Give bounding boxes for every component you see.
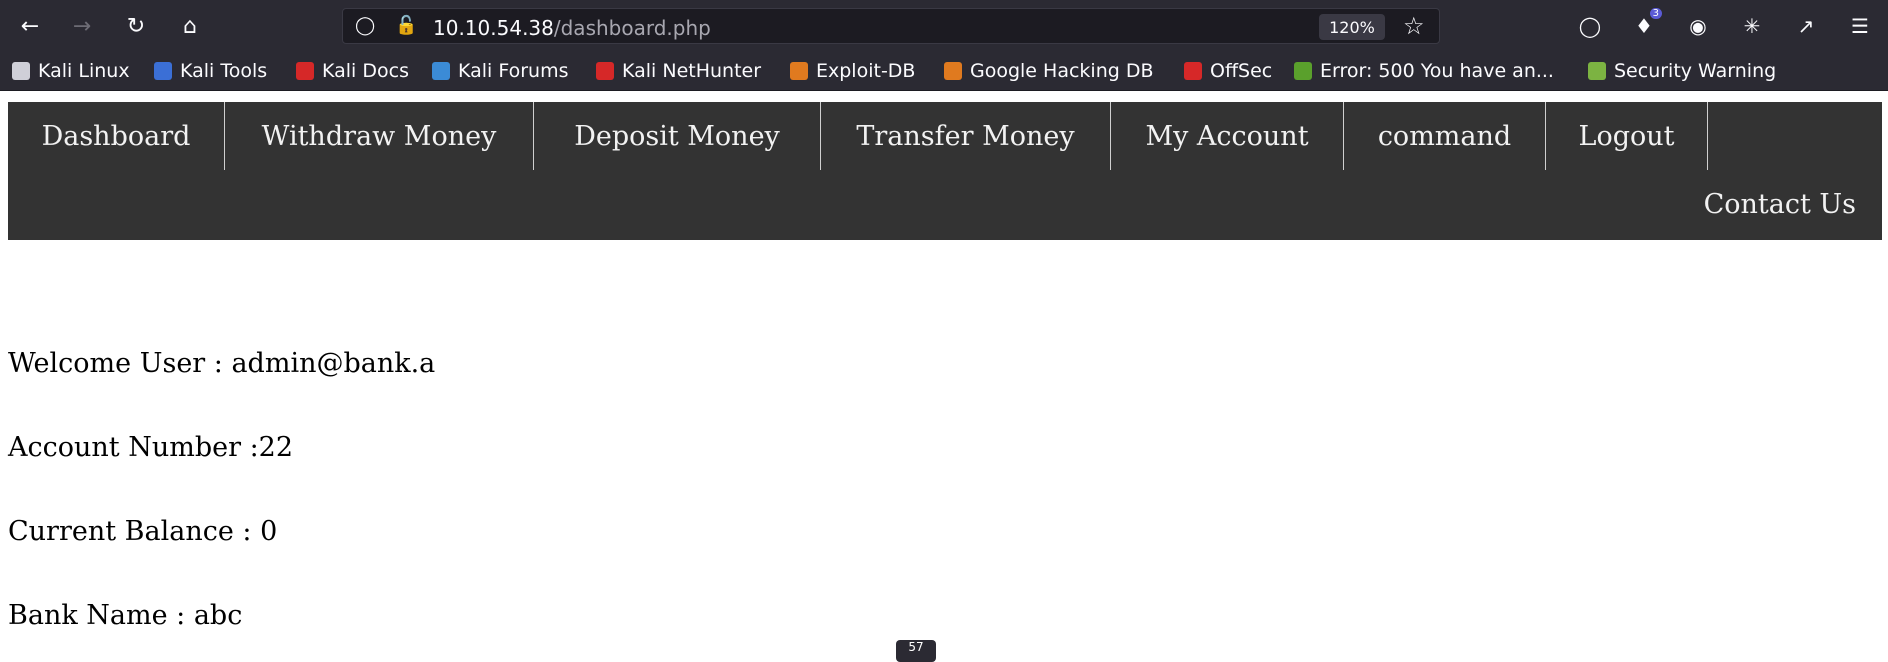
blocker-icon[interactable]: ◉ <box>1680 10 1716 42</box>
reload-icon[interactable]: ↻ <box>118 10 154 42</box>
url-text[interactable]: 10.10.54.38/dashboard.php <box>433 16 711 40</box>
share-icon[interactable]: ↗ <box>1788 10 1824 42</box>
extension-icon[interactable]: ♦ 3 <box>1626 8 1662 42</box>
exploit-db-icon <box>790 62 808 80</box>
lock-strike-icon[interactable]: 🔓 <box>395 15 417 36</box>
bookmark-label: Exploit-DB <box>816 60 916 82</box>
bookmark-label: Kali Forums <box>458 60 569 82</box>
hamburger-icon[interactable]: ☰ <box>1842 10 1878 42</box>
kali-docs-icon <box>296 62 314 80</box>
puzzle-icon[interactable]: ✳ <box>1734 10 1770 42</box>
joomla-icon <box>1294 62 1312 80</box>
bookmark-label: Kali Tools <box>180 60 268 82</box>
nethunter-icon <box>596 62 614 80</box>
tooltip: 57 <box>896 640 936 662</box>
security-warning-icon <box>1588 62 1606 80</box>
bookmark-label: Kali Linux <box>38 60 130 82</box>
nav-deposit-money[interactable]: Deposit Money <box>534 102 821 170</box>
bookmark-error-500[interactable]: Error: 500 You have an... <box>1294 58 1554 84</box>
forward-icon[interactable]: → <box>64 10 100 42</box>
bookmark-kali-nethunter[interactable]: Kali NetHunter <box>596 58 761 84</box>
bookmark-kali-docs[interactable]: Kali Docs <box>296 58 409 84</box>
current-balance-text: Current Balance : 0 <box>8 516 278 547</box>
bookmark-label: Kali NetHunter <box>622 60 762 82</box>
bank-name-text: Bank Name : abc <box>8 600 243 631</box>
bookmark-label: Kali Docs <box>322 60 409 82</box>
bookmark-exploit-db[interactable]: Exploit-DB <box>790 58 915 84</box>
kali-tools-icon <box>154 62 172 80</box>
nav-withdraw-money[interactable]: Withdraw Money <box>225 102 534 170</box>
bookmarks-bar: Kali Linux Kali Tools Kali Docs Kali For… <box>0 52 1888 91</box>
bookmark-security-warning[interactable]: Security Warning <box>1588 58 1776 84</box>
bookmark-kali-linux[interactable]: Kali Linux <box>12 58 130 84</box>
nav-contact-us[interactable]: Contact Us <box>1648 170 1856 238</box>
url-path: /dashboard.php <box>553 16 711 40</box>
bookmark-label: Security Warning <box>1614 60 1777 82</box>
bookmark-google-hacking-db[interactable]: Google Hacking DB <box>944 58 1154 84</box>
site-navbar: Dashboard Withdraw Money Deposit Money T… <box>8 102 1882 240</box>
url-host: 10.10.54.38 <box>433 16 554 40</box>
bookmark-kali-forums[interactable]: Kali Forums <box>432 58 569 84</box>
bookmark-label: Google Hacking DB <box>970 60 1154 82</box>
nav-dashboard[interactable]: Dashboard <box>8 102 225 170</box>
star-icon[interactable]: ☆ <box>1403 12 1425 40</box>
account-number-text: Account Number :22 <box>8 432 294 463</box>
bookmark-offsec[interactable]: OffSec <box>1184 58 1272 84</box>
bookmark-label: Error: 500 You have an... <box>1320 60 1554 82</box>
bookmark-label: OffSec <box>1210 60 1273 82</box>
welcome-text: Welcome User : admin@bank.a <box>8 348 436 379</box>
nav-transfer-money[interactable]: Transfer Money <box>821 102 1111 170</box>
nav-logout[interactable]: Logout <box>1546 102 1708 170</box>
nav-command[interactable]: command <box>1344 102 1546 170</box>
home-icon[interactable]: ⌂ <box>172 10 208 42</box>
pocket-icon[interactable]: ◯ <box>1572 10 1608 42</box>
nav-my-account[interactable]: My Account <box>1111 102 1344 170</box>
kali-forums-icon <box>432 62 450 80</box>
offsec-icon <box>1184 62 1202 80</box>
bookmark-kali-tools[interactable]: Kali Tools <box>154 58 267 84</box>
extension-badge: 3 <box>1649 8 1662 19</box>
zoom-level-button[interactable]: 120% <box>1319 14 1385 40</box>
browser-toolbar: ← → ↻ ⌂ ◯ 🔓 10.10.54.38/dashboard.php 12… <box>0 0 1888 52</box>
back-icon[interactable]: ← <box>12 10 48 42</box>
shield-icon[interactable]: ◯ <box>355 15 375 36</box>
address-bar[interactable]: ◯ 🔓 10.10.54.38/dashboard.php 120% ☆ <box>342 8 1440 44</box>
kali-dragon-icon <box>12 62 30 80</box>
ghdb-icon <box>944 62 962 80</box>
